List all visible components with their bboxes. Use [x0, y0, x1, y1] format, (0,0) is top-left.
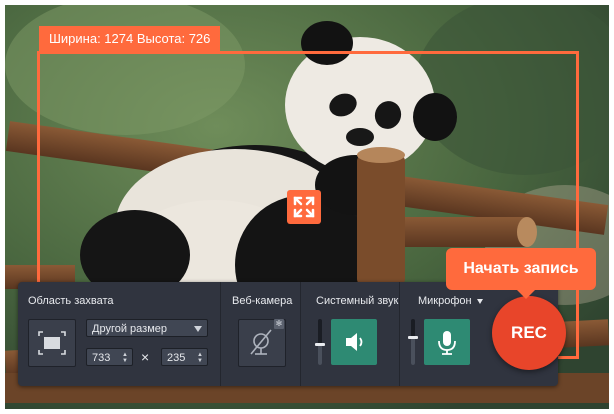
system-sound-toggle-button[interactable]: [331, 319, 377, 365]
capture-size-select[interactable]: Другой размер: [86, 319, 208, 337]
capture-area-button[interactable]: [28, 319, 76, 367]
capture-area-icon: [38, 331, 66, 355]
width-input[interactable]: 733 ▲ ▼: [86, 348, 133, 366]
webcam-title: Веб-камера: [232, 295, 293, 307]
times-sign: ×: [141, 349, 150, 365]
system-sound-volume-fill: [318, 344, 322, 365]
panel-divider: [399, 282, 400, 386]
microphone-volume-slider[interactable]: [408, 319, 418, 365]
microphone-volume-fill: [411, 337, 415, 365]
panel-divider: [300, 282, 301, 386]
width-value: 733: [92, 352, 111, 364]
microphone-title: Микрофон: [418, 295, 472, 307]
chevron-down-icon: [194, 326, 202, 332]
microphone-icon: [438, 331, 456, 355]
microphone-toggle-button[interactable]: [424, 319, 470, 365]
system-sound-volume-slider[interactable]: [315, 319, 325, 365]
start-recording-tooltip: Начать запись: [446, 248, 596, 299]
microphone-volume-handle[interactable]: [408, 336, 418, 340]
selection-size-label: Ширина: 1274 Высота: 726: [39, 26, 221, 52]
speaker-icon: [346, 333, 363, 351]
capture-size-value: Другой размер: [92, 323, 167, 335]
capture-area-title: Область захвата: [28, 295, 114, 307]
gear-icon[interactable]: ✻: [274, 319, 284, 329]
height-value: 235: [167, 352, 186, 364]
height-input[interactable]: 235 ▲ ▼: [161, 348, 208, 366]
panel-divider: [220, 282, 221, 386]
system-sound-volume-handle[interactable]: [315, 343, 325, 347]
control-panel: Область захвата Другой размер 733 ▲ ▼ × 2…: [18, 282, 558, 386]
expand-arrows-icon[interactable]: [287, 190, 321, 224]
caret-down-icon: [476, 298, 483, 304]
system-sound-title: Системный звук: [316, 295, 399, 307]
rec-button[interactable]: REC: [492, 296, 566, 370]
stepper-arrows-icon[interactable]: ▲ ▼: [197, 352, 203, 364]
stepper-arrows-icon[interactable]: ▲ ▼: [122, 352, 128, 364]
microphone-menu[interactable]: Микрофон: [418, 295, 483, 307]
